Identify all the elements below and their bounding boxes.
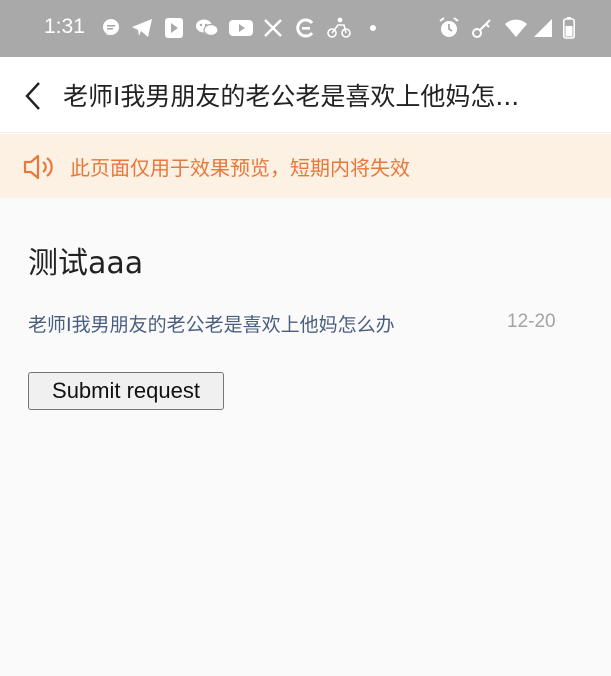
notice-text: 此页面仅用于效果预览，短期内将失效 [70, 156, 410, 180]
wechat-icon [194, 16, 220, 40]
main-content: 测试aaa 老师I我男朋友的老公老是喜欢上他妈怎么办 12-20 Submit … [0, 198, 611, 676]
motorbike-icon [326, 16, 352, 40]
post-link[interactable]: 老师I我男朋友的老公老是喜欢上他妈怎么办 [28, 310, 395, 337]
x-icon [262, 16, 284, 40]
key-icon [470, 16, 494, 40]
post-title: 测试aaa [28, 246, 144, 281]
wifi-icon [503, 16, 529, 40]
message-bubble-icon [100, 16, 122, 40]
battery-icon [562, 16, 576, 40]
flag-icon [163, 16, 185, 40]
alarm-icon [437, 16, 461, 40]
nav-bar: 老师I我男朋友的老公老是喜欢上他妈怎... [0, 57, 611, 133]
post-date: 12-20 [507, 311, 556, 332]
dot-icon [368, 16, 378, 40]
youtube-icon [228, 16, 254, 40]
speaker-icon [22, 153, 58, 181]
chevron-left-icon [25, 82, 40, 110]
page-title: 老师I我男朋友的老公老是喜欢上他妈怎... [63, 82, 520, 111]
preview-notice-banner: 此页面仅用于效果预览，短期内将失效 [0, 134, 611, 198]
signal-icon [532, 16, 554, 40]
status-time: 1:31 [44, 15, 85, 38]
status-bar: 1:31 [0, 0, 611, 57]
back-button[interactable] [18, 79, 48, 113]
refresh-e-icon [293, 16, 317, 40]
telegram-icon [130, 16, 154, 40]
submit-request-button[interactable]: Submit request [28, 372, 224, 410]
